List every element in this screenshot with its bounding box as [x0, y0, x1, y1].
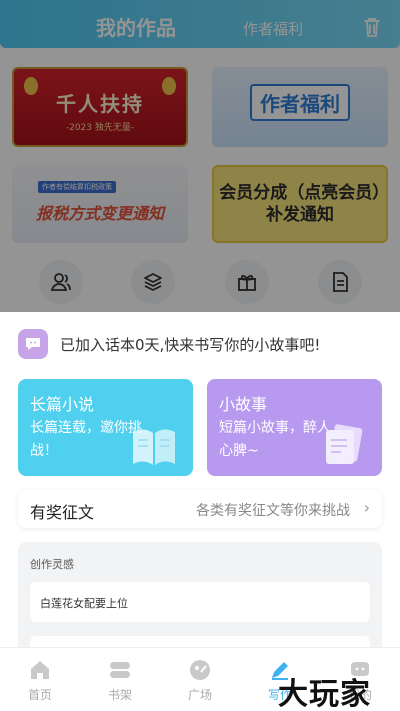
join-notice: 已加入话本0天,快来书写你的小故事吧!	[18, 328, 320, 360]
inspiration-title: 创作灵感	[30, 558, 74, 571]
nav-label: 广场	[187, 688, 212, 702]
long-novel-card[interactable]: 长篇小说 长篇连载，邀你挑战！	[18, 379, 193, 476]
open-book-icon	[133, 429, 175, 465]
home-icon	[31, 661, 49, 679]
inspiration-item[interactable]: 白莲花女配要上位	[30, 582, 370, 622]
app-screen: 我的作品 作者福利 千人扶持 -2023 独先无量- 作者福利 作者有偿结算扣税…	[0, 0, 400, 711]
notes-icon	[326, 424, 363, 464]
bookshelf-icon	[110, 662, 130, 678]
square-icon	[190, 660, 210, 680]
contest-description: 各类有奖征文等你来挑战	[196, 503, 350, 519]
short-story-card[interactable]: 小故事 短篇小故事，醉人心脾~	[207, 379, 382, 476]
nav-item-square[interactable]: 广场	[160, 648, 240, 711]
contest-row[interactable]: 有奖征文 各类有奖征文等你来挑战 ›	[18, 490, 382, 528]
contest-title: 有奖征文	[30, 503, 95, 522]
card-title: 长篇小说	[30, 395, 95, 414]
nav-label: 书架	[107, 688, 132, 702]
card-title: 小故事	[219, 395, 268, 414]
nav-item-home[interactable]: 首页	[0, 648, 80, 711]
notice-text: 已加入话本0天,快来书写你的小故事吧!	[60, 335, 321, 354]
watermark-text: 大玩家	[278, 677, 371, 711]
chevron-right-icon: ›	[363, 498, 370, 517]
modal-backdrop[interactable]	[0, 0, 400, 312]
chat-bubble-icon	[18, 329, 48, 359]
nav-item-bookshelf[interactable]: 书架	[80, 648, 160, 711]
nav-label: 首页	[27, 688, 52, 702]
